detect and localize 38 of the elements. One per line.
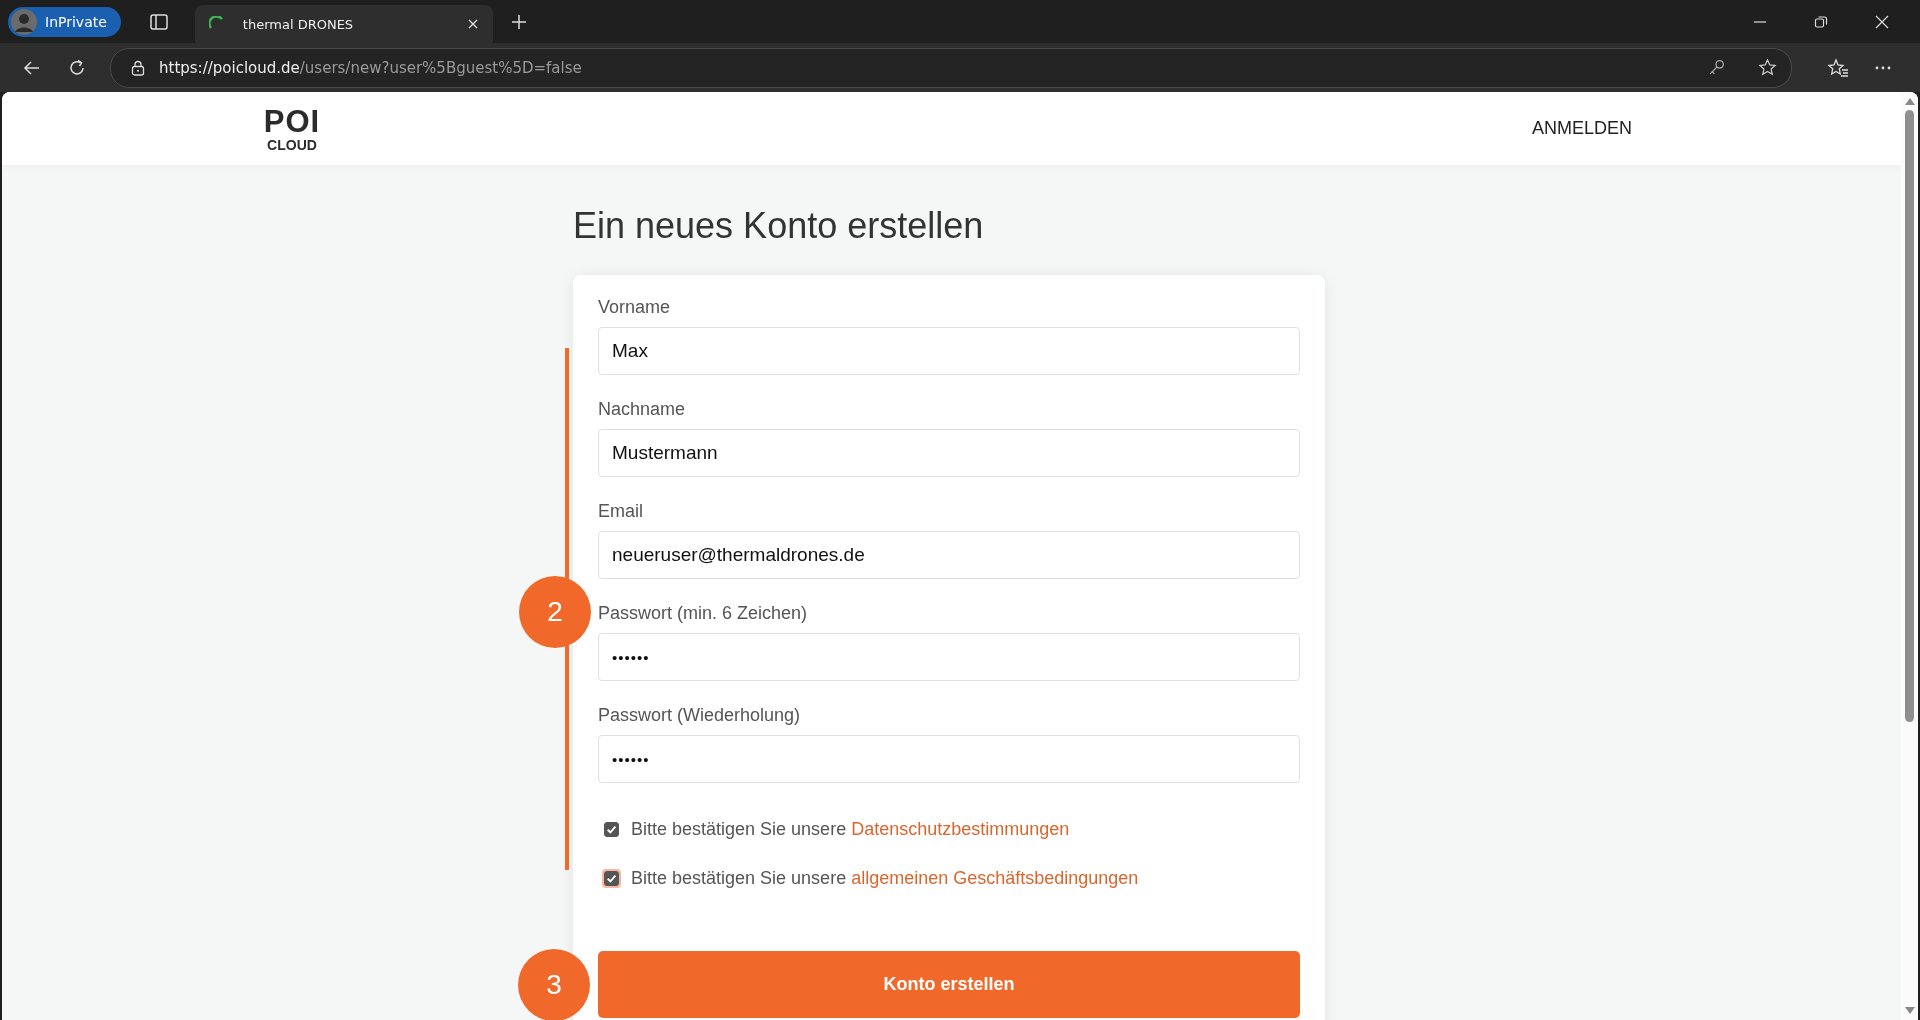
url-text: https://poicloud.de/users/new?user%5Bguest%5D=false: [159, 58, 582, 77]
scroll-down-icon[interactable]: [1904, 1007, 1915, 1014]
restore-icon[interactable]: [1814, 14, 1828, 29]
profile-button[interactable]: InPrivate: [8, 6, 121, 37]
password-field[interactable]: ••••••: [598, 633, 1300, 681]
address-bar[interactable]: https://poicloud.de/users/new?user%5Bguest%5D=false: [110, 47, 1792, 88]
lock-icon[interactable]: [131, 59, 145, 76]
field-label: Nachname: [598, 399, 687, 420]
close-icon[interactable]: [466, 18, 479, 30]
tab-actions-icon[interactable]: [148, 11, 169, 32]
checkbox[interactable]: [604, 822, 619, 837]
key-icon[interactable]: [1707, 58, 1726, 77]
terms-link[interactable]: allgemeinen Geschäftsbedingungen: [851, 868, 1139, 888]
browser-tab[interactable]: thermal DRONES: [194, 5, 493, 43]
login-link[interactable]: ANMELDEN: [1532, 118, 1633, 139]
scrollbar-thumb[interactable]: [1905, 110, 1914, 722]
field-label: Passwort (Wiederholung): [598, 705, 802, 726]
step-marker: 2: [519, 576, 591, 648]
checkmark-icon: [605, 823, 618, 836]
avatar-icon: [11, 8, 37, 35]
input-field[interactable]: Mustermann: [598, 429, 1300, 477]
input-field[interactable]: Max: [598, 327, 1300, 375]
logo[interactable]: POI CLOUD: [263, 105, 321, 152]
page-title: Ein neues Konto erstellen: [573, 205, 985, 247]
step-marker: 3: [518, 949, 590, 1020]
consent-text: Bitte bestätigen Sie unsere Datenschutzbestimmungen: [631, 819, 1070, 840]
favorites-icon[interactable]: [1827, 57, 1849, 78]
new-tab-icon[interactable]: [510, 13, 527, 30]
close-icon[interactable]: [1875, 14, 1889, 29]
consent-text: Bitte bestätigen Sie unsere allgemeinen Geschäftsbedingungen: [631, 868, 1139, 889]
field-label: Email: [598, 501, 644, 522]
password-field[interactable]: ••••••: [598, 735, 1300, 783]
terms-link[interactable]: Datenschutzbestimmungen: [851, 819, 1070, 839]
favorite-star-icon[interactable]: [1758, 58, 1777, 77]
scrollbar[interactable]: [1901, 92, 1918, 1020]
input-field[interactable]: neueruser@thermaldrones.de: [598, 531, 1300, 579]
field-label: Passwort (min. 6 Zeichen): [598, 603, 809, 624]
field-label: Vorname: [598, 297, 672, 318]
